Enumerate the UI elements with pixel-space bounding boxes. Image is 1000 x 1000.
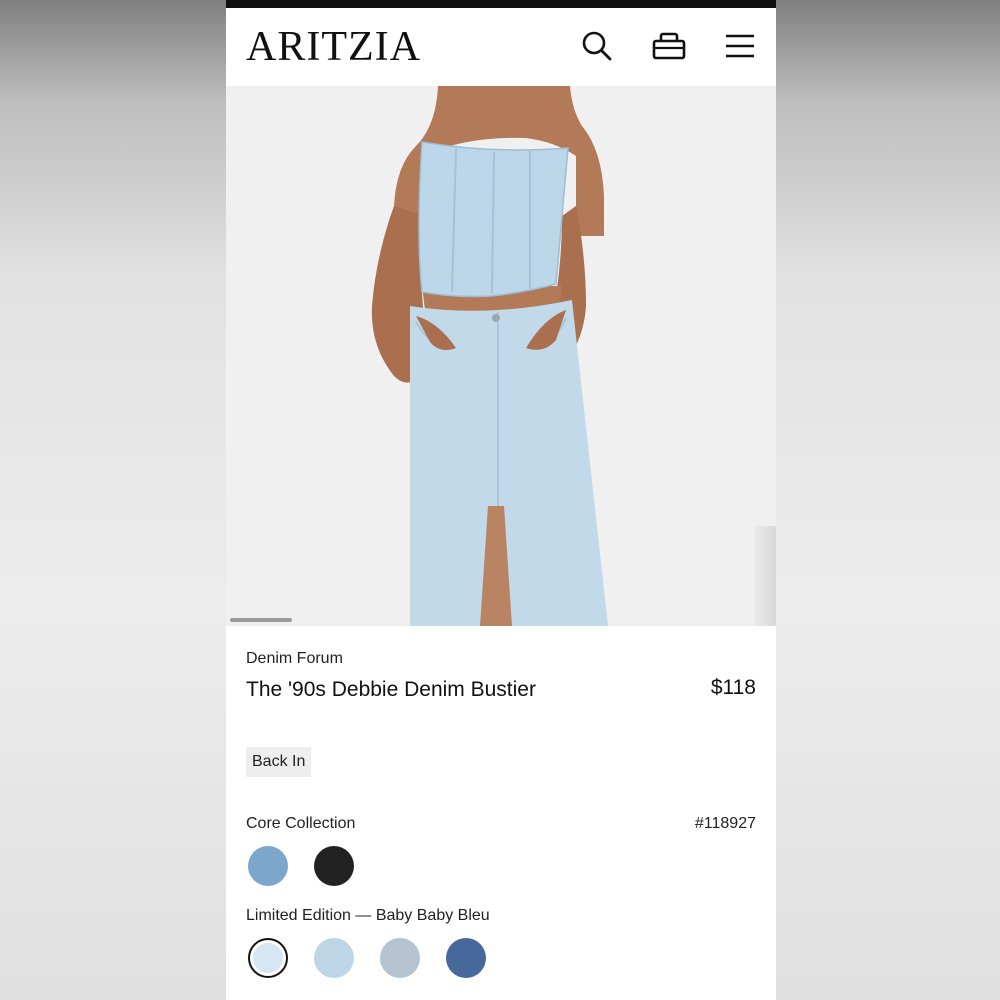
- status-bar: [226, 0, 776, 8]
- core-collection-label: Core Collection: [246, 815, 356, 832]
- background-right: [776, 0, 1000, 1000]
- product-brand[interactable]: Denim Forum: [246, 650, 343, 668]
- product-sku: #118927: [694, 815, 756, 832]
- swatch-light-grey-denim[interactable]: [380, 938, 420, 978]
- swatch-baby-bleu[interactable]: [248, 938, 288, 978]
- product-price: $118: [710, 676, 756, 699]
- phone-screen: ARITZIA Denim Forum The '90s Debbie Deni…: [226, 0, 776, 1000]
- menu-icon[interactable]: [722, 28, 758, 64]
- search-icon[interactable]: [579, 28, 615, 64]
- next-image-peek[interactable]: [754, 526, 776, 626]
- background-left: [0, 0, 226, 1000]
- limited-edition-label: Limited Edition — Baby Baby Bleu: [246, 907, 490, 924]
- swatch-medium-blue-denim[interactable]: [248, 846, 288, 886]
- product-title: The '90s Debbie Denim Bustier: [246, 678, 536, 701]
- status-badge: Back In: [246, 747, 312, 777]
- swatch-black-denim[interactable]: [314, 846, 354, 886]
- swatch-light-blue-denim[interactable]: [314, 938, 354, 978]
- swatch-dark-blue-denim[interactable]: [446, 938, 486, 978]
- aritzia-logo[interactable]: ARITZIA: [246, 24, 421, 70]
- product-image[interactable]: [226, 86, 776, 626]
- site-header: ARITZIA: [226, 8, 776, 86]
- image-scroll-indicator: [230, 618, 292, 622]
- swatch-baby-bleu-fill: [253, 943, 283, 973]
- product-info: Denim Forum The '90s Debbie Denim Bustie…: [226, 626, 776, 1000]
- bag-icon[interactable]: [651, 28, 687, 64]
